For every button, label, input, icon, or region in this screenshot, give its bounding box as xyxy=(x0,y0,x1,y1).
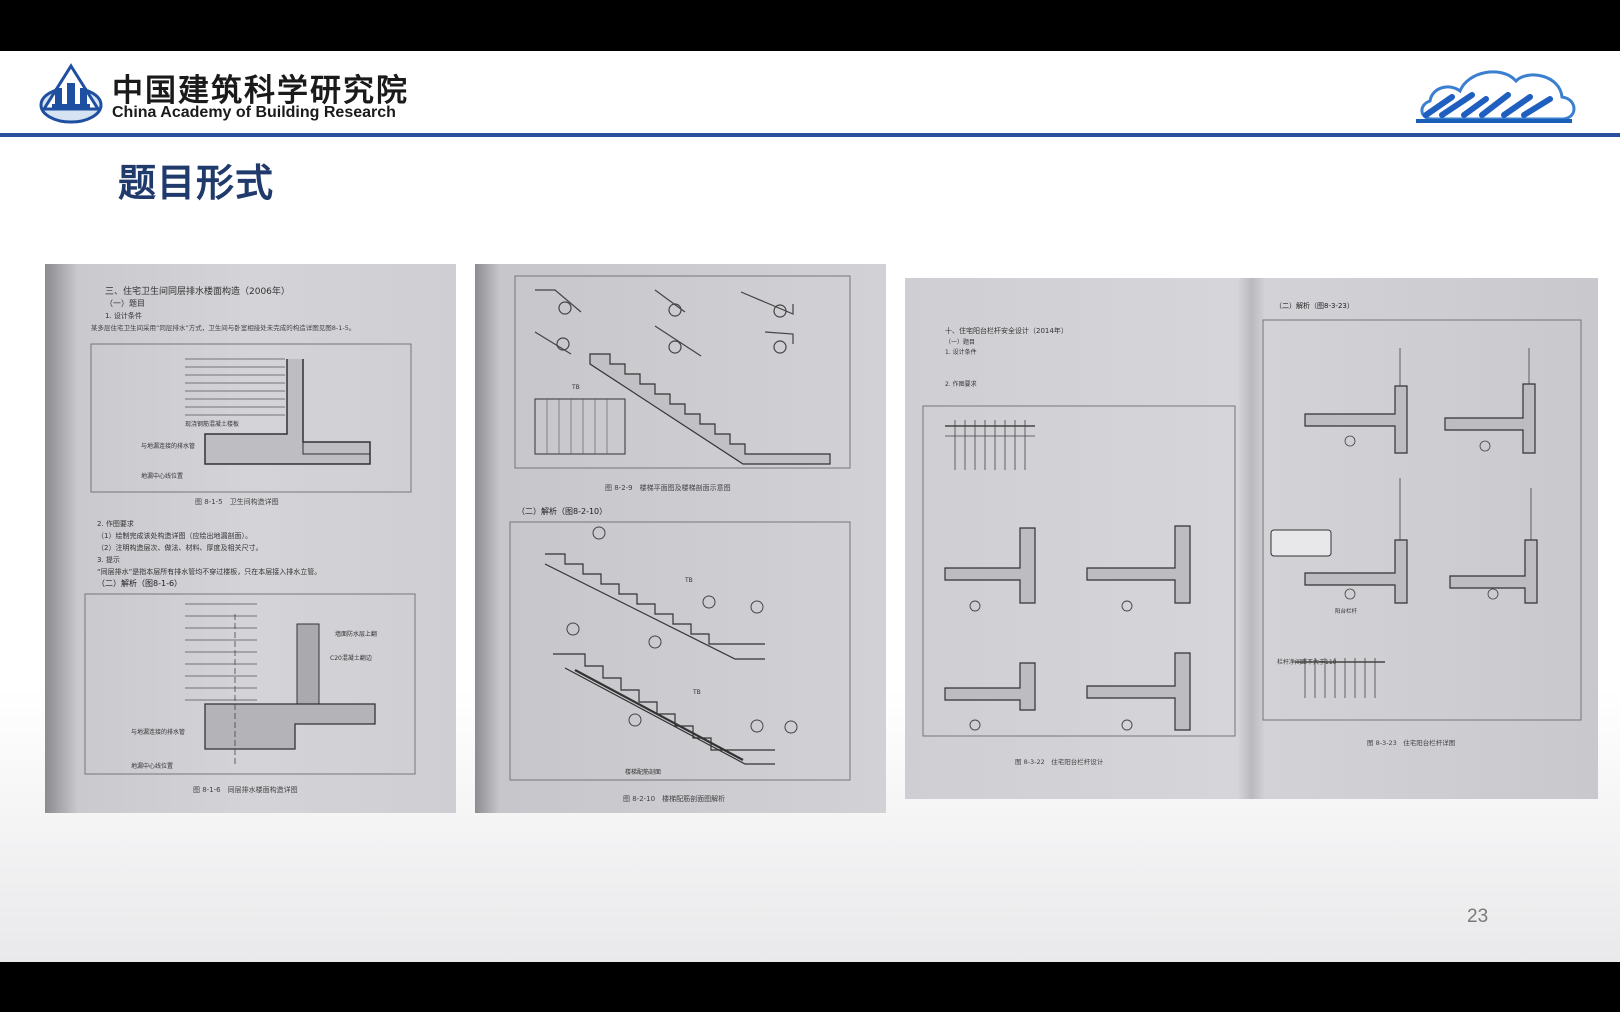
svg-text:地漏中心线位置: 地漏中心线位置 xyxy=(131,762,173,770)
photo3-fig1-caption: 图 8-3-22 住宅阳台栏杆设计 xyxy=(1015,757,1104,766)
photo1-sec2: 2. 作图要求 xyxy=(97,519,134,528)
photo2-tb-label-3: TB xyxy=(692,689,701,696)
org-name-en: China Academy of Building Research xyxy=(112,104,396,121)
cabr-logo-icon xyxy=(39,63,103,124)
photo2-fig2-caption: 图 8-2-10 楼梯配筋剖面图解析 xyxy=(623,794,725,803)
photo1-body: 某多层住宅卫生间采用“同层排水”方式，卫生间与卧室相接处未完成的构造详图见图8-… xyxy=(91,323,355,332)
book-photo-3: 十、住宅阳台栏杆安全设计（2014年） （一）题目 1. 设计条件 2. 作图要… xyxy=(905,278,1598,799)
svg-text:C20混凝土翻边: C20混凝土翻边 xyxy=(330,654,372,662)
book-photo-1: 三、住宅卫生间同层排水楼面构造（2006年） （一）题目 1. 设计条件 某多层… xyxy=(45,264,456,813)
slide-header: 中国建筑科学研究院 China Academy of Building Rese… xyxy=(0,51,1620,137)
svg-text:地漏中心线位置: 地漏中心线位置 xyxy=(141,472,183,480)
book-photo-2: TB 图 8-2-9 楼梯平面图及楼梯剖面示意图 （二）解析（图8-2-10） … xyxy=(475,264,886,813)
svg-text:墙面防水层上翻: 墙面防水层上翻 xyxy=(335,630,377,638)
page-number: 23 xyxy=(1467,906,1489,927)
svg-text:与地漏连接的排水管: 与地漏连接的排水管 xyxy=(131,728,185,736)
photo2-tb-label-2: TB xyxy=(684,577,693,584)
photo2-sub-label: 楼梯配筋剖面 xyxy=(625,768,661,776)
photo3-heading: 十、住宅阳台栏杆安全设计（2014年） xyxy=(945,326,1068,335)
photo1-hint: “同层排水”是指本层所有排水管均不穿过楼板，只在本层接入排水立管。 xyxy=(97,567,321,576)
photo1-req1: （1）绘制完成该处构造详图（应绘出地漏剖面）。 xyxy=(97,531,252,540)
top-letterbox xyxy=(0,0,1620,51)
slide: 中国建筑科学研究院 China Academy of Building Rese… xyxy=(0,51,1620,962)
photo1-heading: 三、住宅卫生间同层排水楼面构造（2006年） xyxy=(105,285,290,297)
photo3-railing-label: 阳台栏杆 xyxy=(1335,607,1358,615)
photo3-sub1: （一）题目 xyxy=(945,339,975,346)
bottom-letterbox xyxy=(0,962,1620,1012)
header-rule xyxy=(0,133,1620,137)
svg-text:与地漏连接的排水管: 与地漏连接的排水管 xyxy=(141,442,195,450)
photo2-analysis: （二）解析（图8-2-10） xyxy=(517,506,607,516)
photo1-fig2-caption: 图 8-1-6 同层排水楼面构造详图 xyxy=(193,785,298,794)
photo1-sub1: （一）题目 xyxy=(105,299,145,308)
building-alliance-logo-icon xyxy=(1416,70,1576,123)
photo2-fig1-caption: 图 8-2-9 楼梯平面图及楼梯剖面示意图 xyxy=(605,483,731,492)
photo1-analysis: （二）解析（图8-1-6） xyxy=(97,578,182,588)
photo3-fig2-caption: 图 8-3-23 住宅阳台栏杆详图 xyxy=(1367,738,1455,747)
photo3-sec1: 1. 设计条件 xyxy=(945,348,977,356)
photo1-fig1-caption: 图 8-1-5 卫生间构造详图 xyxy=(195,497,279,506)
svg-text:现浇钢筋混凝土楼板: 现浇钢筋混凝土楼板 xyxy=(185,420,239,428)
photo3-analysis: （二）解析（图8-3-23） xyxy=(1275,301,1354,310)
slide-title: 题目形式 xyxy=(118,161,275,205)
photo3-sec2: 2. 作图要求 xyxy=(945,380,977,388)
photo2-tb-label-1: TB xyxy=(571,384,580,391)
photo1-req2: （2）注明构造层次、做法、材料、厚度及相关尺寸。 xyxy=(97,543,262,552)
photo1-sec3: 3. 提示 xyxy=(97,555,120,564)
photo1-sub2: 1. 设计条件 xyxy=(105,311,142,320)
